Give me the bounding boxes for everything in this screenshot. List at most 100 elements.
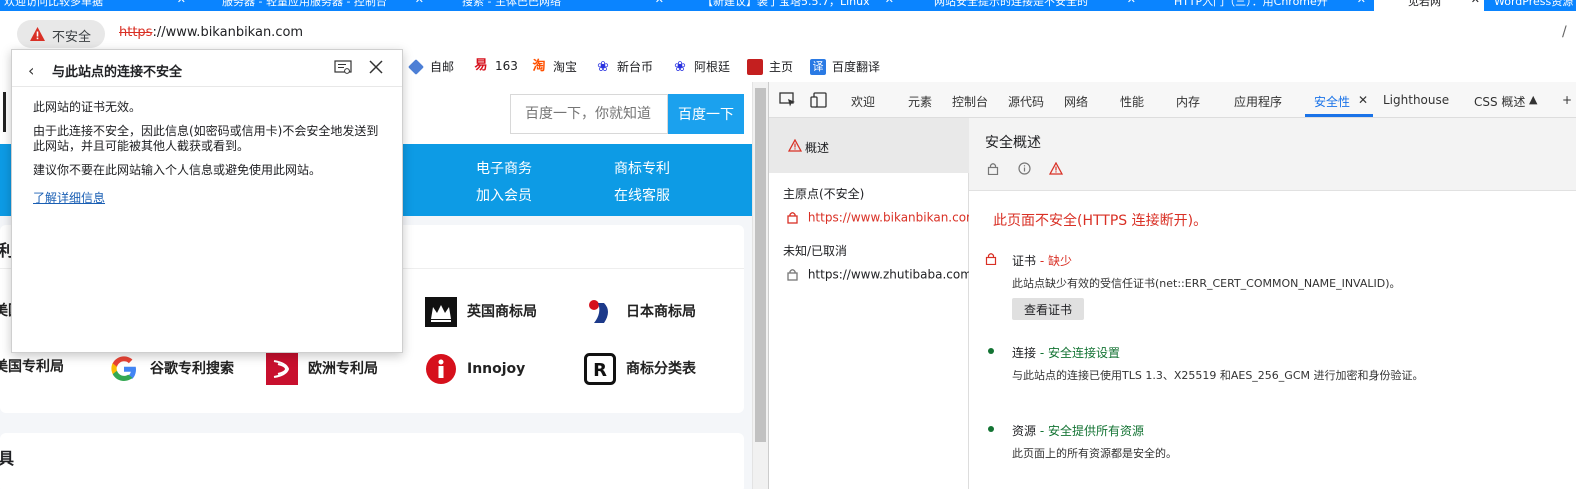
close-icon[interactable]: ✕	[1127, 0, 1136, 6]
warning-icon	[30, 27, 45, 41]
lock-insecure-icon	[985, 253, 997, 265]
nav-link-trademark-patent[interactable]: 商标专利	[614, 158, 670, 178]
sidebar-item-main-origin[interactable]: https://www.bikanbikan.com	[787, 210, 978, 225]
unknown-origin-header: 未知/已取消	[783, 244, 848, 258]
bookmark-item[interactable]: 自邮	[408, 58, 454, 78]
device-toolbar-icon[interactable]	[810, 92, 828, 108]
popup-text: 此网站的证书无效。	[33, 100, 142, 114]
logo-link-innojoy[interactable]: Innojoy	[425, 353, 525, 385]
jpo-logo-icon	[589, 300, 608, 323]
tab-welcome[interactable]: 欢迎	[851, 93, 875, 110]
divider	[12, 86, 402, 87]
overview-title: 安全概述	[985, 135, 1041, 151]
browser-tab[interactable]: 欢迎访问比较多单据 ✕	[0, 0, 190, 11]
search-button[interactable]: 百度一下	[668, 94, 744, 134]
browser-tab-active[interactable]: 见若网 ✕	[1374, 0, 1484, 11]
certificate-section: 证书 - 缺少 此站点缺少有效的受信任证书(net::ERR_CERT_COMM…	[985, 252, 1565, 322]
site-security-chip[interactable]: 不安全	[17, 20, 105, 48]
tab-memory[interactable]: 内存	[1176, 93, 1200, 110]
resources-description: 此页面上的所有资源都是安全的。	[1012, 447, 1177, 460]
search-input-box[interactable]	[510, 94, 668, 134]
tools-card: 具	[0, 433, 744, 489]
tab-css-overview[interactable]: CSS 概述	[1474, 93, 1525, 110]
more-tabs-icon[interactable]: +	[1562, 93, 1572, 107]
bookmark-item[interactable]: ❀ 新台币	[595, 58, 653, 78]
browser-window: 欢迎访问比较多单据 ✕ 服务器 - 轻量应用服务器 - 控制台 ✕ 搜索 - 主…	[0, 0, 1576, 489]
close-icon[interactable]: ✕	[1358, 93, 1368, 107]
close-icon[interactable]	[368, 59, 384, 75]
bookmark-item[interactable]: 主页	[747, 58, 793, 78]
browser-tab[interactable]: HTTP入门（三）：用Chrome开 ✕	[1144, 0, 1370, 11]
sidebar-item-overview[interactable]: 概述	[769, 118, 969, 173]
nav-link-join-member[interactable]: 加入会员	[476, 185, 532, 205]
close-icon[interactable]: ✕	[655, 0, 664, 6]
logo-link-jpo[interactable]: 日本商标局	[584, 297, 696, 327]
tab-console[interactable]: 控制台	[952, 93, 988, 110]
tab-sources[interactable]: 源代码	[1008, 93, 1044, 110]
tab-strip: 欢迎访问比较多单据 ✕ 服务器 - 轻量应用服务器 - 控制台 ✕ 搜索 - 主…	[0, 0, 1576, 11]
certificate-icon[interactable]	[334, 60, 352, 76]
browser-tab[interactable]: 搜索 - 主体巴巴网络 ✕	[432, 0, 668, 11]
lock-icon	[987, 163, 999, 175]
close-icon[interactable]: ✕	[177, 0, 186, 6]
tab-lighthouse[interactable]: Lighthouse	[1383, 93, 1449, 107]
tab-performance[interactable]: 性能	[1120, 93, 1144, 110]
devtools-toolbar: 欢迎 元素 控制台 源代码 网络 性能 内存 应用程序 安全性 ✕ Lighth…	[769, 82, 1576, 118]
close-icon[interactable]: ✕	[885, 0, 894, 6]
netease-icon: 易	[474, 58, 488, 73]
epo-logo-icon	[266, 353, 298, 385]
home-bookmark-icon	[747, 58, 763, 75]
url-host: ://www.bikanbikan.com	[152, 25, 304, 40]
browser-tab[interactable]: 服务器 - 轻量应用服务器 - 控制台 ✕	[192, 0, 428, 11]
tab-application[interactable]: 应用程序	[1234, 93, 1282, 110]
sidebar-item-unknown-origin[interactable]: https://www.zhutibaba.com	[787, 267, 972, 282]
close-icon[interactable]: ✕	[1357, 0, 1366, 6]
browser-tab[interactable]: 网站安全提示的连接是不安全的 ✕	[904, 0, 1140, 11]
baidu-paw-icon: ❀	[674, 58, 686, 75]
warning-icon	[788, 139, 802, 152]
bookmark-item[interactable]: 淘淘宝	[531, 58, 577, 78]
learn-more-link[interactable]: 了解详细信息	[33, 189, 105, 206]
warning-icon	[1049, 162, 1063, 175]
tab-elements[interactable]: 元素	[908, 93, 932, 110]
logo-link-uspto[interactable]: 美国专利局	[0, 359, 64, 376]
lock-icon	[787, 269, 798, 281]
baidu-translate-icon: 译	[810, 58, 826, 75]
scrollbar-thumb[interactable]	[755, 88, 766, 442]
nav-link-online-service[interactable]: 在线客服	[614, 185, 670, 205]
page-scrollbar[interactable]	[752, 82, 768, 489]
browser-tab[interactable]: 【新建议】装了宝塔5.5.7，Linux ✕	[672, 0, 898, 11]
view-certificate-button[interactable]: 查看证书	[1012, 298, 1084, 320]
google-icon	[111, 356, 136, 381]
baidu-paw-icon: ❀	[597, 58, 609, 75]
url-field[interactable]: https://www.bikanbikan.com	[119, 25, 303, 40]
back-arrow-icon[interactable]: ‹	[28, 61, 34, 80]
tab-network[interactable]: 网络	[1064, 93, 1088, 110]
lock-insecure-icon	[787, 212, 798, 224]
popup-text: 建议你不要在此网站输入个人信息或避免使用此网站。	[33, 163, 322, 177]
logo-link-uk-ipo[interactable]: 英国商标局	[425, 297, 537, 327]
security-sidebar: 概述 主原点(不安全) https://www.bikanbikan.com 未…	[769, 118, 978, 489]
certificate-description: 此站点缺少有效的受信任证书(net::ERR_CERT_COMMON_NAME_…	[1012, 277, 1401, 290]
secure-dot-icon	[988, 426, 994, 432]
browser-tab[interactable]: WordPress资源	[1486, 0, 1576, 11]
bookmark-item[interactable]: ❀ 阿根廷	[672, 58, 730, 78]
inspect-element-icon[interactable]	[779, 92, 797, 108]
card-title: 具	[0, 449, 15, 468]
nav-link-ecommerce[interactable]: 电子商务	[476, 158, 532, 178]
tab-security[interactable]: 安全性	[1314, 93, 1350, 110]
logo-link-trademark-classes[interactable]: R 商标分类表	[584, 353, 696, 385]
popup-text: 由于此连接不安全，因此信息(如密码或信用卡)不会安全地发送到此网站，并且可能被其…	[33, 124, 379, 153]
connection-status: - 安全连接设置	[1036, 346, 1120, 360]
security-label: 不安全	[52, 30, 92, 45]
bookmark-item[interactable]: 译百度翻译	[810, 58, 880, 78]
close-icon[interactable]: ✕	[1471, 0, 1480, 6]
logo-link-epo[interactable]: 欧洲专利局	[266, 353, 378, 385]
taobao-icon: 淘	[532, 58, 546, 74]
close-icon[interactable]: ✕	[415, 0, 424, 6]
bookmark-item[interactable]: 易 163	[473, 58, 517, 78]
search-input[interactable]	[511, 95, 667, 133]
uk-crown-icon	[425, 297, 457, 327]
logo-link-google-patents[interactable]: 谷歌专利搜索	[108, 353, 258, 385]
security-summary: 此页面不安全(HTTPS 连接断开)。	[993, 213, 1208, 229]
